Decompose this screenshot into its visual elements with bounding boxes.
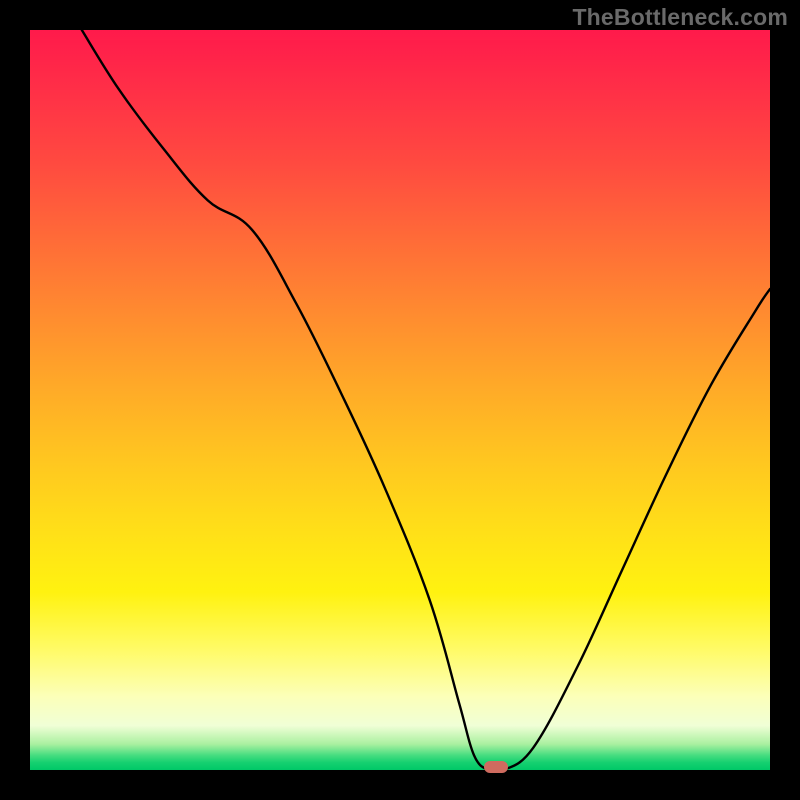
plot-area [30, 30, 770, 770]
minimum-marker [484, 761, 508, 773]
chart-stage: TheBottleneck.com [0, 0, 800, 800]
curve-path [82, 30, 770, 770]
watermark-text: TheBottleneck.com [572, 4, 788, 31]
bottleneck-curve [30, 30, 770, 770]
